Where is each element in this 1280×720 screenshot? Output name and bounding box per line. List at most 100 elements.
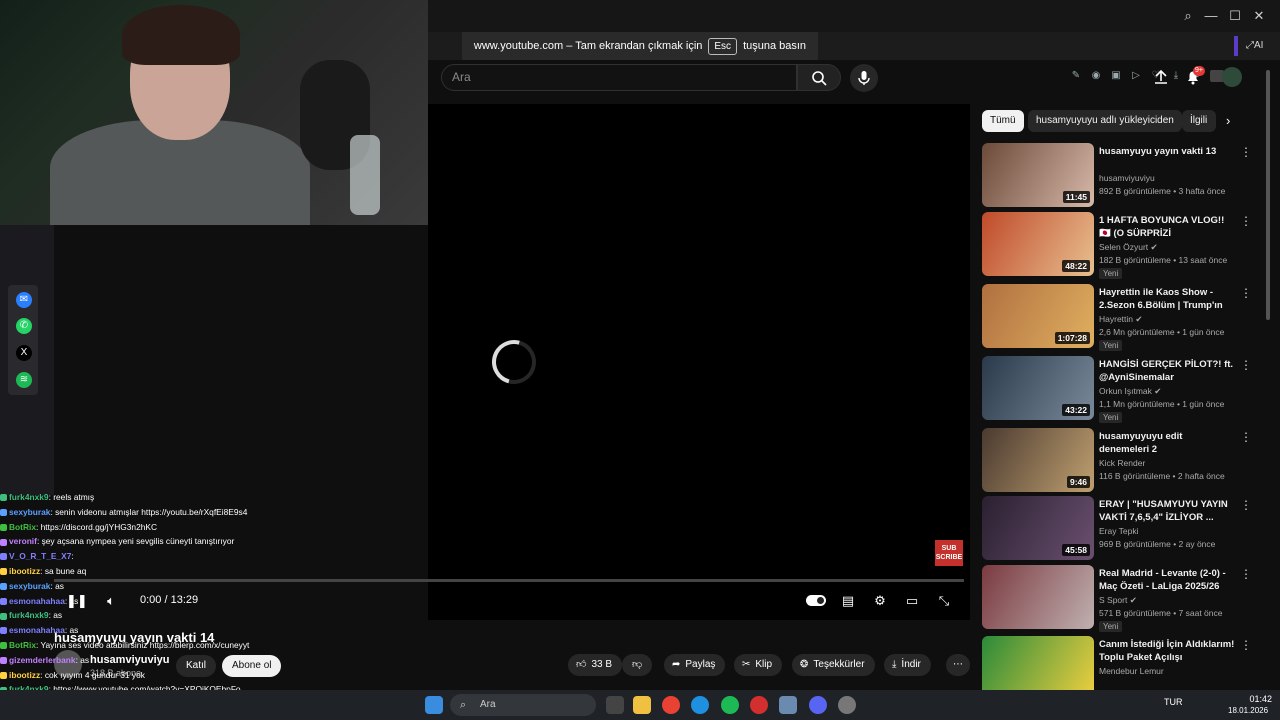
autoplay-toggle[interactable] (806, 595, 826, 606)
video-thumbnail[interactable]: 11:45 (982, 143, 1094, 207)
chip-from-uploader[interactable]: husamyuyuyu adlı yükleyiciden (1028, 110, 1182, 132)
chat-username[interactable]: esmonahahaa (9, 625, 65, 635)
recommendation-title[interactable]: Real Madrid - Levante (2-0) - Maç Özeti … (1099, 567, 1235, 593)
share-button[interactable]: ➦ Paylaş (664, 654, 726, 676)
video-thumbnail[interactable] (982, 565, 1094, 629)
video-thumbnail[interactable]: 45:58 (982, 496, 1094, 560)
video-thumbnail[interactable]: 1:07:28 (982, 284, 1094, 348)
more-options-icon[interactable]: ⋮ (1240, 430, 1252, 444)
notifications-button[interactable]: 9+ (1184, 66, 1205, 86)
chat-username[interactable]: furk4nxk9 (9, 610, 49, 620)
discord-icon[interactable] (809, 696, 827, 714)
chrome-icon[interactable] (662, 696, 680, 714)
more-options-icon[interactable]: ⋮ (1240, 145, 1252, 159)
spotify-taskbar-icon[interactable] (721, 696, 739, 714)
recommendation-channel[interactable]: S Sport ✔ (1099, 595, 1137, 606)
chat-username[interactable]: furk4nxk9 (9, 492, 49, 502)
more-options-icon[interactable]: ⋮ (1240, 286, 1252, 300)
search-input[interactable]: Ara (441, 64, 797, 91)
recommendation-title[interactable]: 1 HAFTA BOYUNCA VLOG!! 🇯🇵 (O SÜRPRİZİ AÇ… (1099, 214, 1235, 240)
recommendation-title[interactable]: ERAY | "HUSAMYUYU YAYIN VAKTİ 7,6,5,4" İ… (1099, 498, 1235, 524)
recommendation-title[interactable]: Canım İstediği İçin Aldıklarım! Toplu Pa… (1099, 638, 1235, 664)
chat-username[interactable]: BotRix (9, 640, 36, 650)
recommendation-item[interactable]: 1:07:28 Hayrettin ile Kaos Show - 2.Sezon… (982, 284, 1267, 351)
dislike-button[interactable]: 👎︎ (622, 654, 653, 676)
search-button[interactable] (797, 64, 841, 91)
recommendation-channel[interactable]: Kick Render (1099, 458, 1145, 468)
recommendation-channel[interactable]: Mendebur Lemur (1099, 666, 1164, 676)
chat-username[interactable]: gizemderlerbank (9, 655, 76, 665)
chat-username[interactable]: sexyburak (9, 507, 50, 517)
settings-taskbar-icon[interactable] (838, 696, 856, 714)
chat-username[interactable]: BotRix (9, 522, 36, 532)
upload-icon[interactable] (1152, 68, 1170, 86)
recommendation-item[interactable]: 48:22 1 HAFTA BOYUNCA VLOG!! 🇯🇵 (O SÜRPRİ… (982, 212, 1267, 279)
minimize-icon[interactable]: — (1203, 8, 1219, 24)
video-thumbnail[interactable]: 48:22 (982, 212, 1094, 276)
more-options-icon[interactable]: ⋮ (1240, 638, 1252, 652)
chevron-right-icon[interactable]: › (1226, 113, 1230, 128)
extension-icon[interactable]: ▣ (1110, 70, 1122, 82)
more-options-icon[interactable]: ⋮ (1240, 567, 1252, 581)
edge-icon[interactable] (691, 696, 709, 714)
chat-username[interactable]: ibootizz (9, 670, 40, 680)
exit-fullscreen-icon[interactable]: ⤡ (935, 592, 953, 610)
recommendation-title[interactable]: Hayrettin ile Kaos Show - 2.Sezon 6.Bölü… (1099, 286, 1235, 312)
subscribe-watermark[interactable]: SUB SCRIBE (935, 540, 963, 566)
miniplayer-icon[interactable]: ▭ (903, 592, 921, 610)
file-explorer-icon[interactable] (633, 696, 651, 714)
recommendation-title[interactable]: HANGİSİ GERÇEK PİLOT?! ft. @AyniSinemala… (1099, 358, 1235, 384)
scrollbar[interactable] (1266, 70, 1270, 320)
edit-icon[interactable]: ✎ (1070, 70, 1082, 82)
account-avatar[interactable] (1222, 67, 1242, 87)
recommendation-channel[interactable]: husamviyuviyu (1099, 173, 1155, 183)
recommendation-item[interactable]: 11:45 husamyuyu yayın vakti 13 husamviyuvi… (982, 143, 1267, 207)
recommendation-item[interactable]: 9:46 husamyuyuyu edit denemeleri 2 Kick Re… (982, 428, 1267, 492)
clip-button[interactable]: ✂ Klip (734, 654, 783, 676)
more-actions-button[interactable]: ⋯ (946, 654, 970, 676)
recommendation-item[interactable]: 43:22 HANGİSİ GERÇEK PİLOT?! ft. @AyniSin… (982, 356, 1267, 423)
maximize-icon[interactable]: ☐ (1227, 8, 1243, 24)
more-options-icon[interactable]: ⋮ (1240, 358, 1252, 372)
chat-username[interactable]: V_O_R_T_E_X7 (9, 551, 71, 561)
x-icon[interactable]: X (16, 345, 32, 361)
recommendation-title[interactable]: husamyuyu yayın vakti 13 (1099, 145, 1235, 158)
download-icon[interactable]: ⤓ (1170, 70, 1182, 82)
thanks-button[interactable]: ❂ Teşekkürler (792, 654, 875, 676)
chat-username[interactable]: veronif (9, 536, 37, 546)
search-icon[interactable]: ⌕ (1180, 8, 1196, 24)
recommendation-title[interactable]: husamyuyuyu edit denemeleri 2 (1099, 430, 1235, 456)
opera-icon[interactable] (750, 696, 768, 714)
chip-all[interactable]: Tümü (982, 110, 1024, 132)
language-indicator[interactable]: TUR (1164, 697, 1183, 707)
whatsapp-icon[interactable]: ✆ (16, 318, 32, 334)
ai-button[interactable]: ⤢AI (1246, 40, 1263, 51)
app-icon[interactable] (779, 696, 797, 714)
windows-start-icon[interactable] (425, 696, 443, 714)
messenger-icon[interactable]: ✉ (16, 292, 32, 308)
voice-search-button[interactable] (850, 64, 878, 92)
recommendation-channel[interactable]: Eray Tepki (1099, 526, 1139, 536)
recommendation-item[interactable]: 45:58 ERAY | "HUSAMYUYU YAYIN VAKTİ 7,6,5… (982, 496, 1267, 560)
chip-related[interactable]: İlgili (1182, 110, 1216, 132)
more-options-icon[interactable]: ⋮ (1240, 498, 1252, 512)
captions-icon[interactable]: ▤ (839, 592, 857, 610)
chat-username[interactable]: sexyburak (9, 581, 50, 591)
chat-username[interactable]: esmonahahaa (9, 596, 65, 606)
recommendation-channel[interactable]: Selen Özyurt ✔ (1099, 242, 1158, 253)
play-icon[interactable]: ▷ (1130, 70, 1142, 82)
like-button[interactable]: 👍︎ 33 B (568, 654, 623, 676)
recommendation-channel[interactable]: Hayrettin ✔ (1099, 314, 1143, 325)
camera-icon[interactable]: ◉ (1090, 70, 1102, 82)
taskbar-search[interactable]: Ara (450, 694, 596, 716)
video-thumbnail[interactable]: 9:46 (982, 428, 1094, 492)
clock-time[interactable]: 01:42 (1236, 694, 1272, 704)
chat-username[interactable]: ibootizz (9, 566, 40, 576)
clock-date[interactable]: 18.01.2026 (1228, 706, 1268, 715)
spotify-icon[interactable]: ≋ (16, 372, 32, 388)
video-thumbnail[interactable]: 43:22 (982, 356, 1094, 420)
close-icon[interactable]: ✕ (1251, 8, 1267, 24)
recommendation-channel[interactable]: Orkun Işıtmak ✔ (1099, 386, 1161, 397)
task-view-icon[interactable] (606, 696, 624, 714)
settings-icon[interactable]: ⚙ (871, 592, 889, 610)
